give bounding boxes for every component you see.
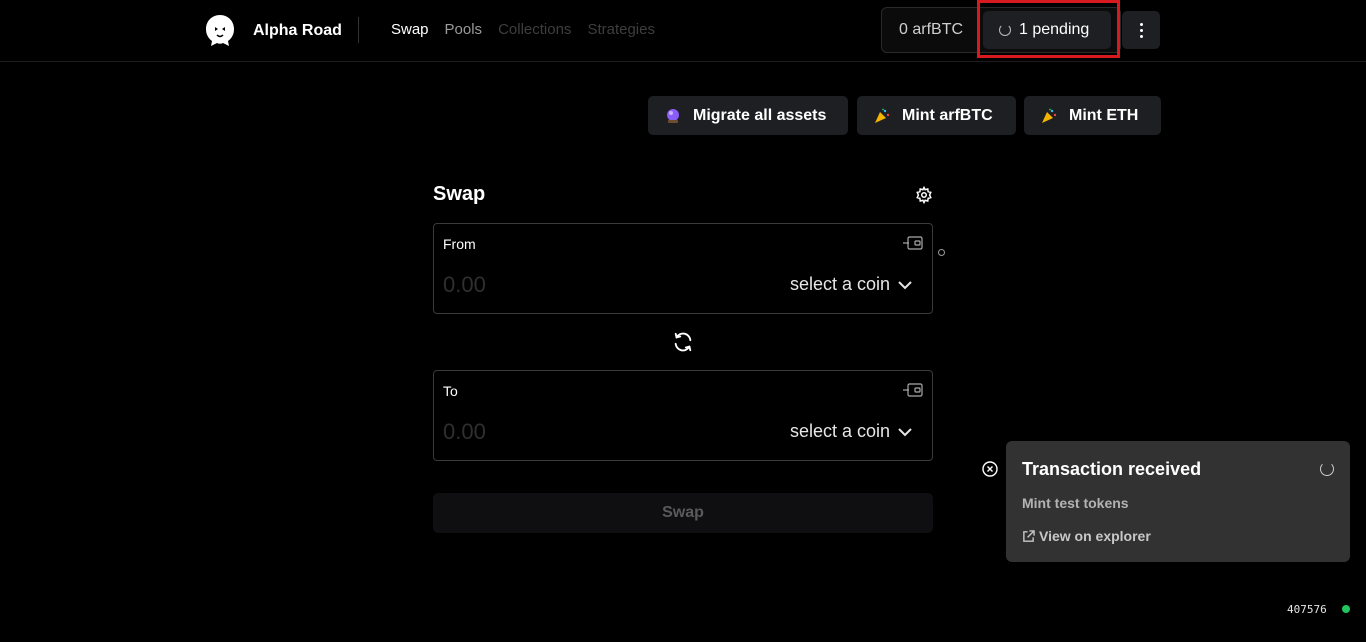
to-label: To (443, 383, 458, 399)
nav-item-pools[interactable]: Pools (445, 21, 483, 38)
wallet-icon (903, 236, 923, 250)
nav-item-swap[interactable]: Swap (391, 21, 429, 38)
nav-item-strategies[interactable]: Strategies (587, 21, 655, 38)
migrate-all-assets-button[interactable]: Migrate all assets (648, 96, 848, 135)
to-field: To 0.00 select a coin (433, 370, 933, 461)
transaction-toast: Transaction received Mint test tokens Vi… (1006, 441, 1350, 562)
swap-title: Swap (433, 183, 486, 205)
external-link-icon (1023, 529, 1035, 542)
wallet-balance[interactable]: 0 arfBTC (899, 21, 963, 39)
status-circle-icon (938, 249, 945, 256)
loading-spinner-icon (999, 24, 1011, 36)
mint-arfbtc-button[interactable]: Mint arfBTC (857, 96, 1016, 135)
from-amount-input[interactable]: 0.00 (443, 272, 486, 298)
loading-spinner-icon (1320, 462, 1334, 476)
lion-head-icon[interactable] (203, 13, 237, 47)
gear-icon[interactable] (915, 186, 933, 204)
pending-label: 1 pending (1019, 21, 1090, 38)
toast-subtitle: Mint test tokens (1022, 495, 1129, 511)
chevron-down-icon (898, 427, 912, 436)
nav-item-collections[interactable]: Collections (498, 21, 571, 38)
coin-select-label: select a coin (789, 274, 890, 294)
top-bar: Alpha Road Swap Pools Collections Strate… (0, 0, 1366, 62)
mint-eth-button[interactable]: Mint ETH (1024, 96, 1161, 135)
kebab-menu-icon (1139, 22, 1143, 26)
chevron-down-icon (898, 280, 912, 289)
pending-transactions-button[interactable]: 1 pending (983, 11, 1111, 49)
mint-arfbtc-label: Mint arfBTC (902, 106, 993, 124)
app-name[interactable]: Alpha Road (253, 22, 342, 40)
from-label: From (443, 236, 476, 252)
close-icon[interactable] (982, 461, 998, 477)
coin-select-label: select a coin (789, 421, 890, 441)
party-popper-icon (1042, 108, 1057, 123)
swap-submit-button[interactable]: Swap (433, 493, 933, 533)
party-popper-icon (875, 108, 890, 123)
block-number: 407576 (1287, 603, 1327, 616)
migrate-label: Migrate all assets (693, 106, 827, 124)
toast-title: Transaction received (1022, 459, 1202, 479)
header-divider (358, 17, 359, 43)
view-on-explorer-link[interactable]: View on explorer (1022, 528, 1151, 544)
to-coin-select[interactable]: select a coin (790, 421, 912, 442)
mint-eth-label: Mint ETH (1069, 106, 1139, 124)
crystal-ball-icon (667, 108, 679, 123)
from-coin-select[interactable]: select a coin (790, 274, 912, 295)
to-amount-input[interactable]: 0.00 (443, 419, 486, 445)
wallet-icon (903, 383, 923, 397)
explorer-link-label: View on explorer (1039, 528, 1151, 544)
swap-direction-icon[interactable] (672, 331, 694, 353)
main-nav: Swap Pools Collections Strategies (391, 21, 655, 38)
more-options-button[interactable] (1122, 11, 1160, 49)
from-field: From 0.00 select a coin (433, 223, 933, 314)
network-status-dot (1342, 605, 1350, 613)
